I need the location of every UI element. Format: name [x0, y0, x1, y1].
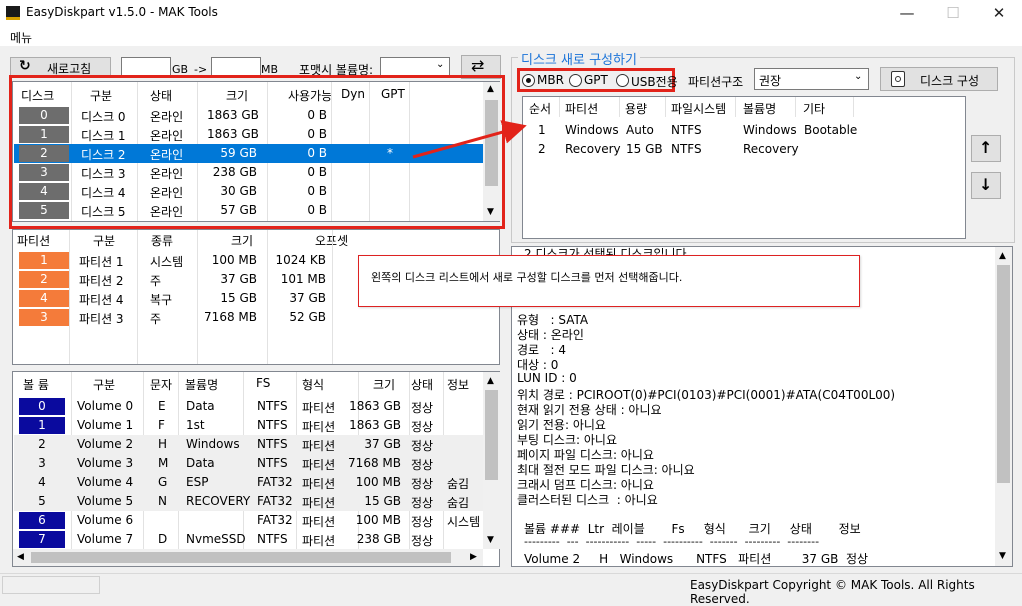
arrow-to-reconfig [412, 120, 527, 159]
copyright-text: EasyDiskpart Copyright © MAK Tools. All … [690, 578, 975, 606]
status-progress [2, 576, 100, 594]
status-bar: EasyDiskpart Copyright © MAK Tools. All … [0, 573, 1022, 606]
annotation-arrows [412, 120, 527, 159]
